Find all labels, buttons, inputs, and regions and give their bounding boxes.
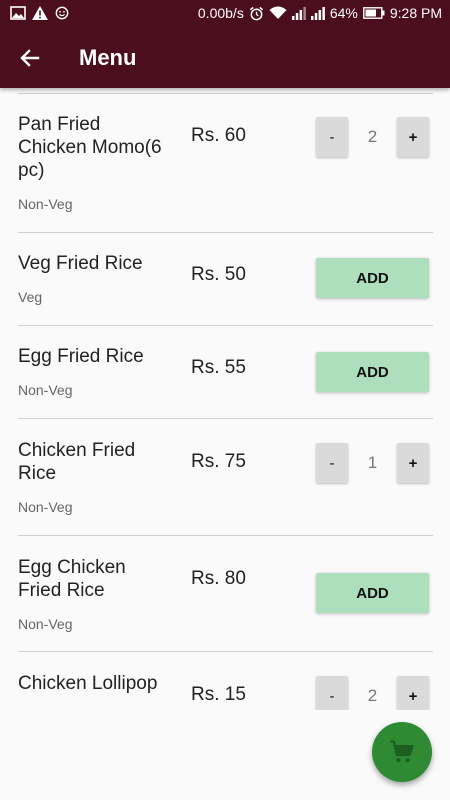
item-category: Non-Veg: [18, 616, 73, 632]
item-name: Egg Fried Rice: [18, 346, 144, 367]
item-price: Rs. 15: [191, 684, 246, 705]
smiley-icon: [55, 6, 69, 20]
increase-button[interactable]: +: [397, 443, 429, 483]
divider: [18, 651, 433, 652]
item-name: Pan Fried Chicken Momo(6 pc): [18, 114, 162, 181]
item-name: Egg Chicken Fried Rice: [18, 557, 126, 601]
wifi-icon: [269, 6, 287, 19]
item-category: Veg: [18, 289, 43, 305]
decrease-button[interactable]: -: [316, 676, 348, 710]
cart-icon: [390, 740, 414, 763]
divider: [18, 232, 433, 233]
quantity-stepper: - 2 +: [316, 676, 429, 710]
menu-list[interactable]: Pan Fried Chicken Momo(6 pc) Rs. 60 - 2 …: [0, 88, 450, 710]
add-button[interactable]: ADD: [316, 352, 429, 392]
quantity-stepper: - 2 +: [316, 117, 429, 157]
battery-percent: 64%: [329, 5, 358, 21]
item-price: Rs. 60: [191, 125, 246, 146]
quantity-value: 2: [367, 127, 378, 146]
item-category: Non-Veg: [18, 382, 73, 398]
quantity-value: 2: [367, 686, 378, 705]
status-bar: 0.00b/s 64% 9:28 PM: [0, 0, 450, 28]
signal-icon: [291, 6, 306, 20]
item-name: Chicken Fried Rice: [18, 440, 136, 484]
decrease-button[interactable]: -: [316, 443, 348, 483]
clock: 9:28 PM: [389, 5, 442, 21]
cart-button[interactable]: [372, 722, 432, 782]
arrow-back-icon: [20, 49, 40, 67]
increase-button[interactable]: +: [397, 117, 429, 157]
quantity-stepper: - 1 +: [316, 443, 429, 483]
quantity-value: 1: [367, 453, 378, 472]
back-button[interactable]: [14, 43, 46, 73]
item-price: Rs. 50: [191, 264, 246, 285]
add-button[interactable]: ADD: [316, 573, 429, 613]
item-category: Non-Veg: [18, 499, 73, 515]
item-name: Chicken Lollipop: [18, 673, 158, 694]
app-bar: Menu: [0, 28, 450, 88]
signal-icon: [310, 6, 325, 20]
item-price: Rs. 75: [191, 451, 246, 472]
item-name: Veg Fried Rice: [18, 253, 143, 274]
item-category: Non-Veg: [18, 196, 73, 212]
warning-icon: [32, 6, 48, 20]
decrease-button[interactable]: -: [316, 117, 348, 157]
divider: [18, 93, 433, 94]
battery-icon: [362, 7, 385, 19]
page-title: Menu: [79, 45, 137, 70]
alarm-icon: [249, 6, 263, 20]
divider: [18, 535, 433, 536]
item-price: Rs. 55: [191, 357, 246, 378]
add-button[interactable]: ADD: [316, 258, 429, 298]
network-speed: 0.00b/s: [197, 5, 244, 21]
increase-button[interactable]: +: [397, 676, 429, 710]
divider: [18, 418, 433, 419]
item-price: Rs. 80: [191, 568, 246, 589]
divider: [18, 325, 433, 326]
image-icon: [10, 6, 26, 20]
